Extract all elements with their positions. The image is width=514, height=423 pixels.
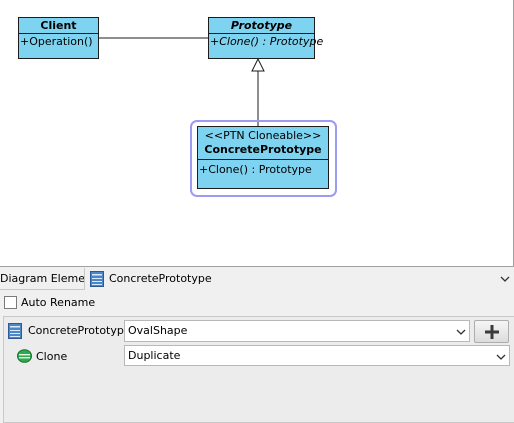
chevron-down-icon: [456, 326, 466, 339]
class-icon: [8, 323, 22, 342]
auto-rename-label: Auto Rename: [21, 296, 96, 309]
prototype-class[interactable]: Prototype +Clone() : Prototype: [208, 17, 324, 59]
class-operation: +Operation(): [20, 35, 93, 48]
diagram-element-label: Diagram Element: [0, 272, 97, 285]
clone-select-value: Duplicate: [128, 349, 181, 362]
chevron-down-icon: [500, 273, 510, 286]
diagram-element-select[interactable]: ConcretePrototype: [84, 268, 514, 290]
operation-icon: [17, 349, 32, 366]
concrete-prototype-class[interactable]: <<PTN Cloneable>> ConcretePrototype +Clo…: [197, 126, 329, 189]
client-class[interactable]: Client +Operation(): [18, 17, 99, 59]
property-name: ConcretePrototype: [28, 324, 131, 337]
properties-panel: Diagram Element ConcretePrototype Auto R…: [0, 268, 514, 423]
generalization-arrowhead: [251, 57, 265, 72]
chevron-down-icon: [496, 351, 506, 364]
class-header: <<PTN Cloneable>> ConcretePrototype: [198, 127, 328, 160]
shape-select-value: OvalShape: [128, 324, 188, 337]
checkbox-box[interactable]: [4, 296, 17, 309]
class-name: Client: [19, 18, 98, 34]
shape-select[interactable]: OvalShape: [124, 320, 470, 342]
property-row: Clone Duplicate: [4, 345, 514, 369]
class-stereotype: <<PTN Cloneable>>: [204, 129, 322, 142]
clone-select[interactable]: Duplicate: [124, 345, 510, 366]
plus-icon: [485, 325, 499, 339]
diagram-canvas[interactable]: Client +Operation() Prototype +Clone() :…: [0, 0, 514, 267]
property-table: ConcretePrototype OvalShape Clone Duplic…: [3, 316, 514, 423]
add-button[interactable]: [474, 320, 509, 343]
property-name: Clone: [36, 350, 68, 363]
class-operation: +Clone() : Prototype: [210, 35, 324, 48]
class-name: ConcretePrototype: [204, 143, 322, 156]
class-name: Prototype: [209, 18, 314, 34]
diagram-element-value: ConcretePrototype: [109, 272, 212, 285]
class-operation: +Clone() : Prototype: [199, 163, 312, 176]
property-row: ConcretePrototype OvalShape: [4, 319, 514, 343]
diagram-element-row: Diagram Element ConcretePrototype: [0, 268, 514, 290]
class-icon: [90, 271, 104, 290]
